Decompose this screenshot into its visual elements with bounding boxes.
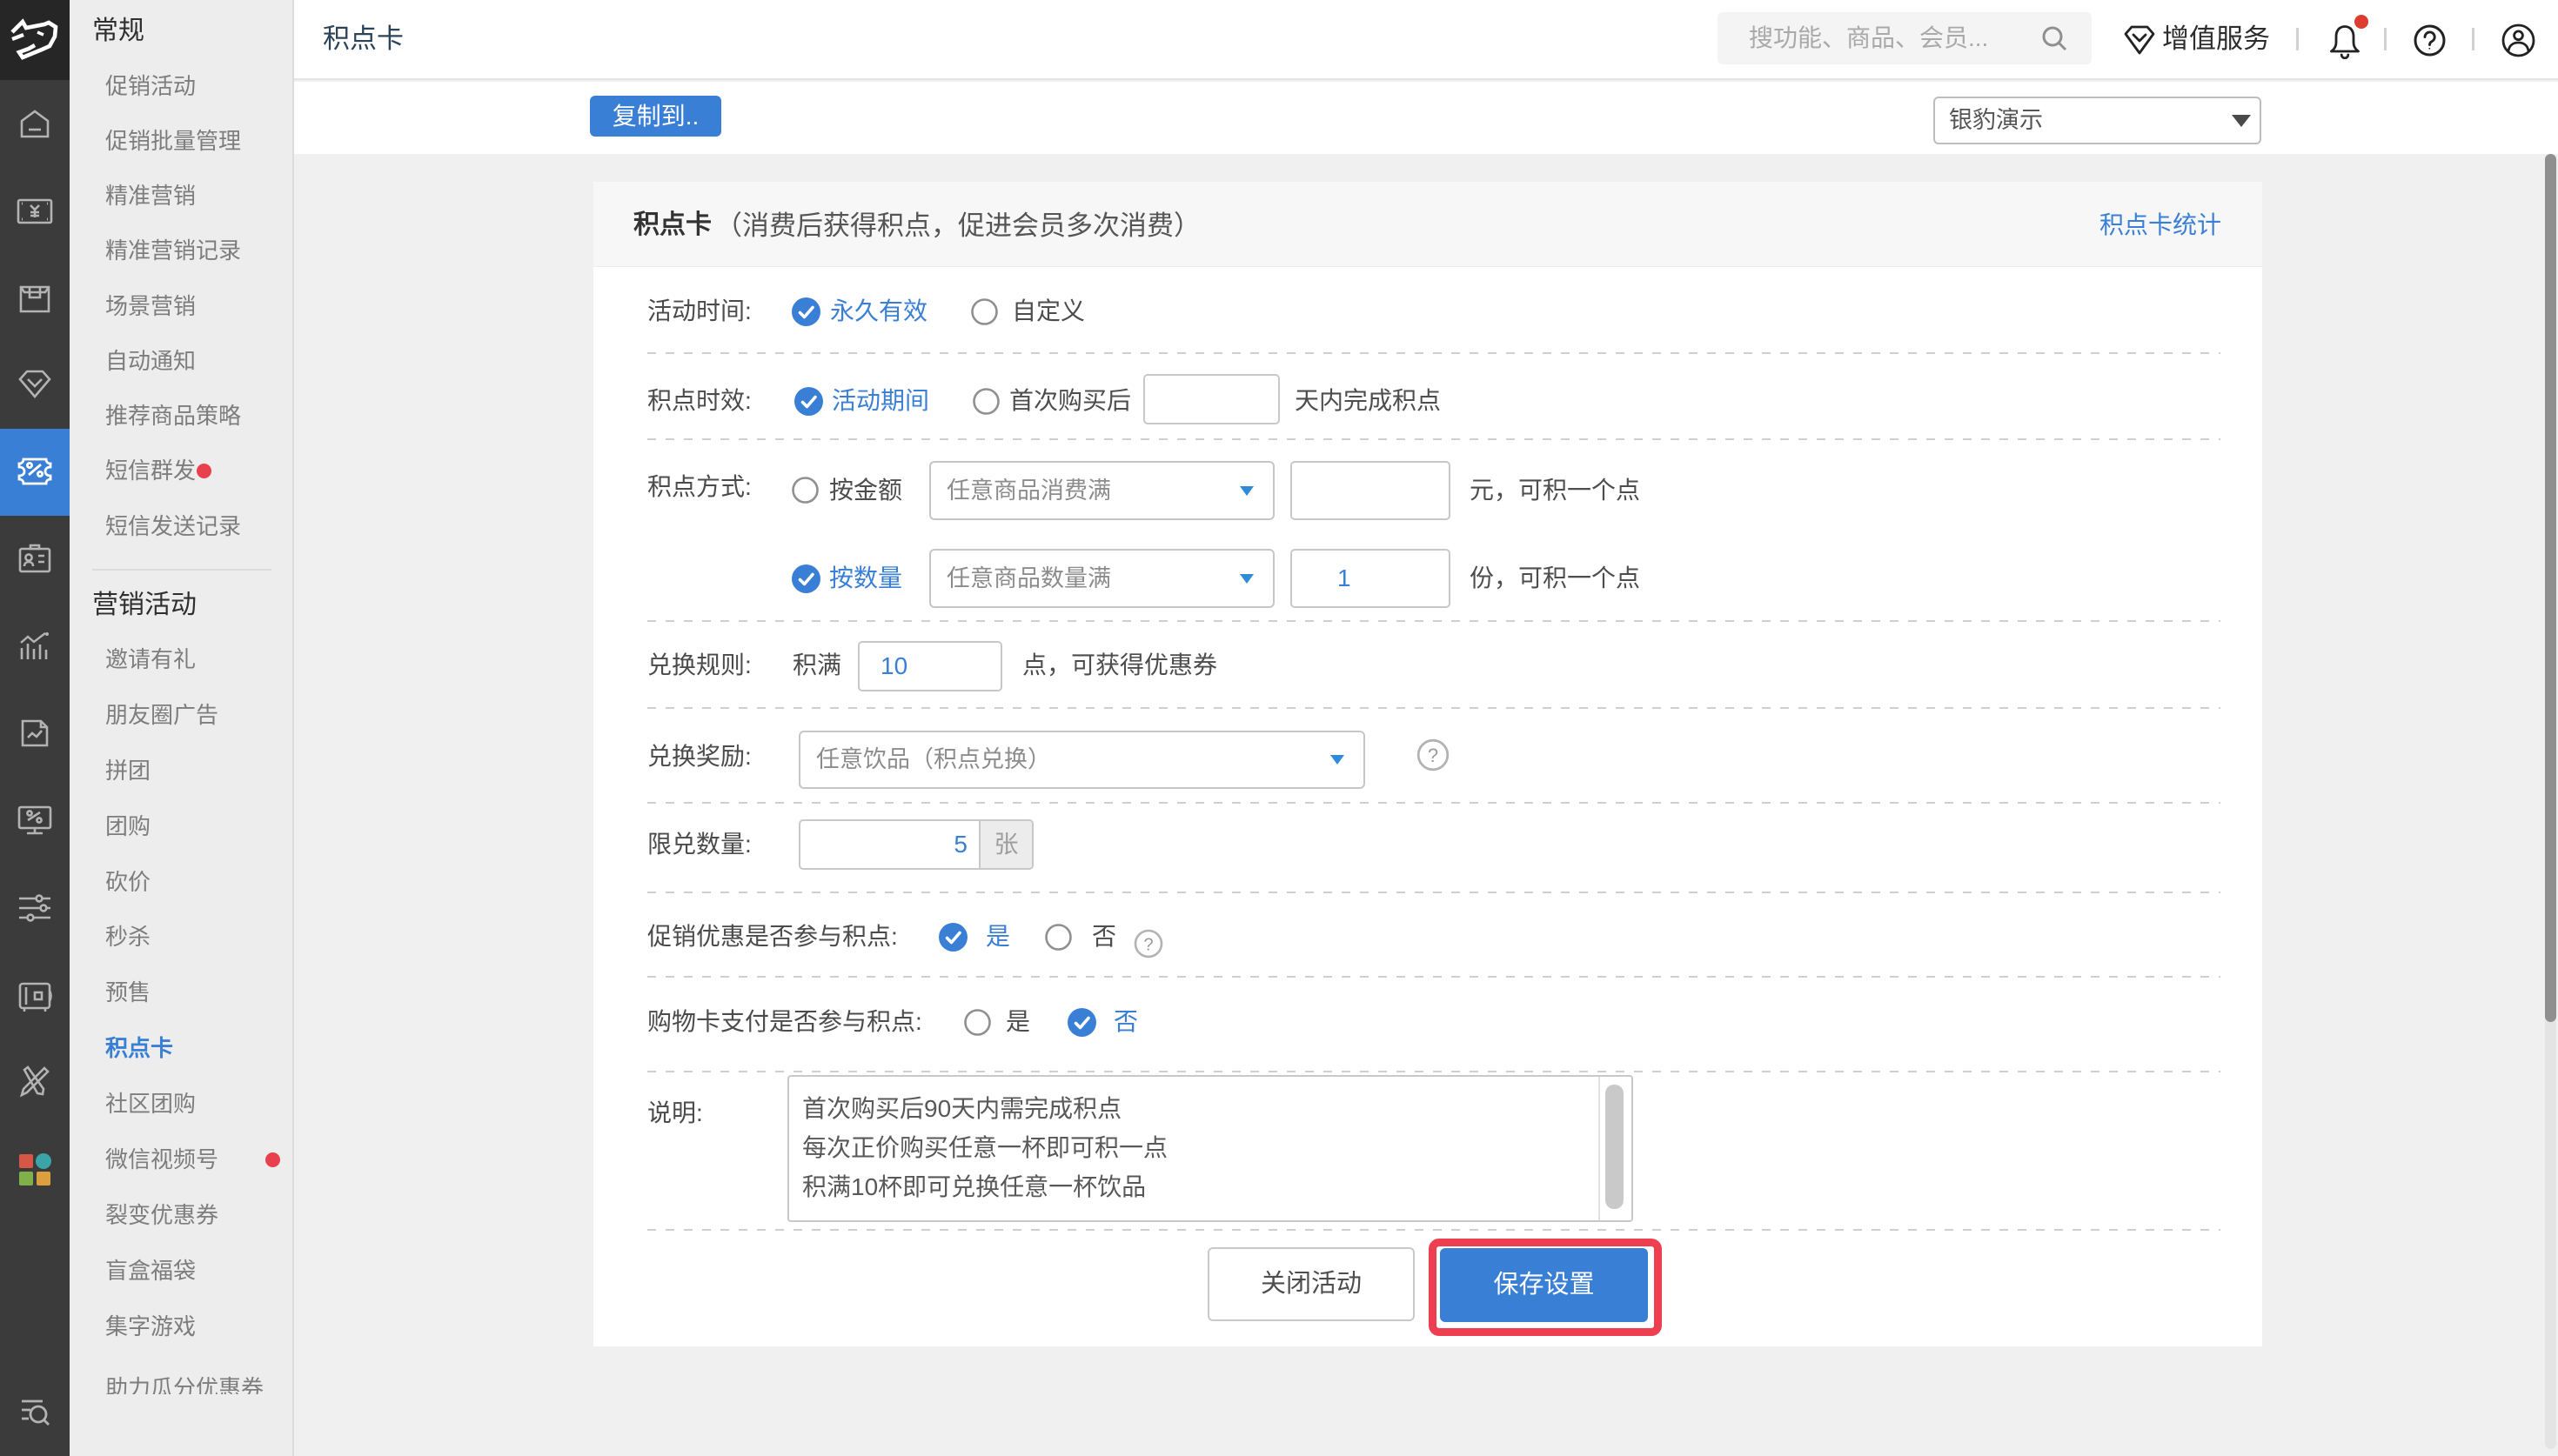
svg-text:?: ? bbox=[1143, 936, 1153, 955]
svg-text:?: ? bbox=[1428, 745, 1438, 766]
